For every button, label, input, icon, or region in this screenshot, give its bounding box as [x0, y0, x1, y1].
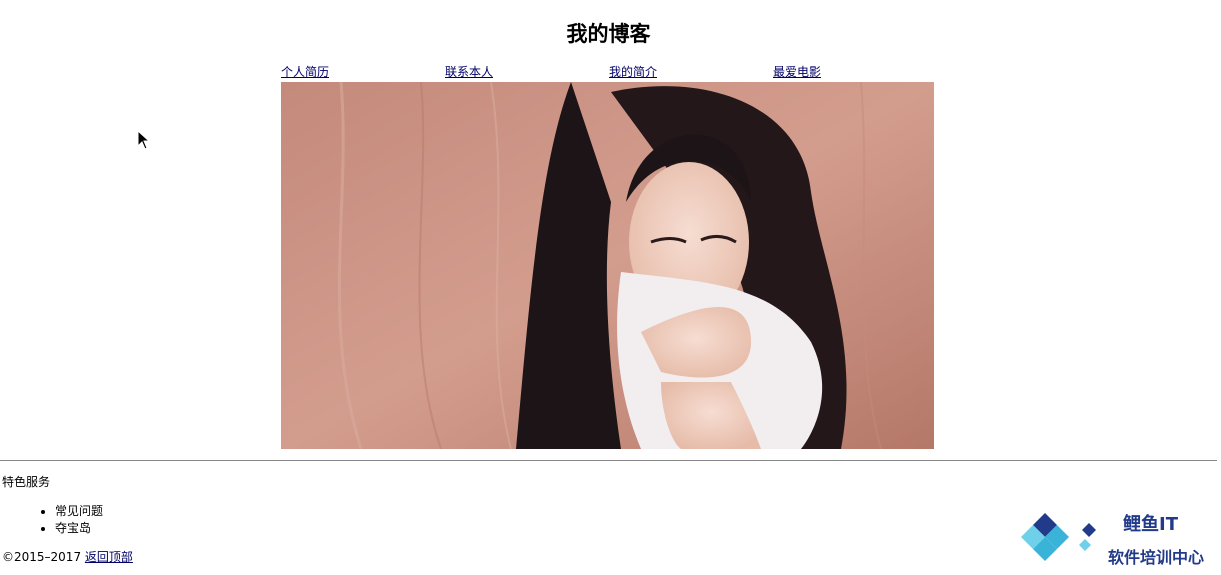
copyright-text: ©2015–2017 [2, 550, 82, 564]
main-nav: 个人简历 联系本人 我的简介 最爱电影 [281, 64, 934, 82]
nav-link-resume[interactable]: 个人简历 [281, 64, 329, 81]
nav-link-contact[interactable]: 联系本人 [445, 64, 493, 81]
brand-logo: 鲤鱼IT 软件培训中心 [1017, 509, 1217, 571]
logo-line-1: 鲤鱼IT [1123, 514, 1178, 535]
service-item-treasure-island: 夺宝岛 [55, 521, 92, 535]
hero-image [281, 82, 934, 449]
services-list: 常见问题 夺宝岛 [36, 503, 103, 537]
list-item: 常见问题 [55, 503, 103, 520]
portrait-photo [281, 82, 934, 449]
mouse-cursor-icon [137, 130, 151, 150]
nav-link-movies[interactable]: 最爱电影 [773, 64, 821, 81]
section-divider [0, 460, 1217, 461]
service-item-faq: 常见问题 [55, 504, 104, 518]
services-title: 特色服务 [2, 475, 51, 489]
list-item: 夺宝岛 [55, 520, 103, 537]
back-to-top-link[interactable]: 返回顶部 [85, 550, 133, 564]
logo-mark-icon [1021, 513, 1096, 561]
nav-link-about[interactable]: 我的简介 [609, 64, 657, 81]
logo-line-2: 软件培训中心 [1108, 548, 1205, 567]
footer: ©2015–2017 返回顶部 [2, 549, 133, 566]
page-title: 我的博客 [566, 22, 651, 46]
